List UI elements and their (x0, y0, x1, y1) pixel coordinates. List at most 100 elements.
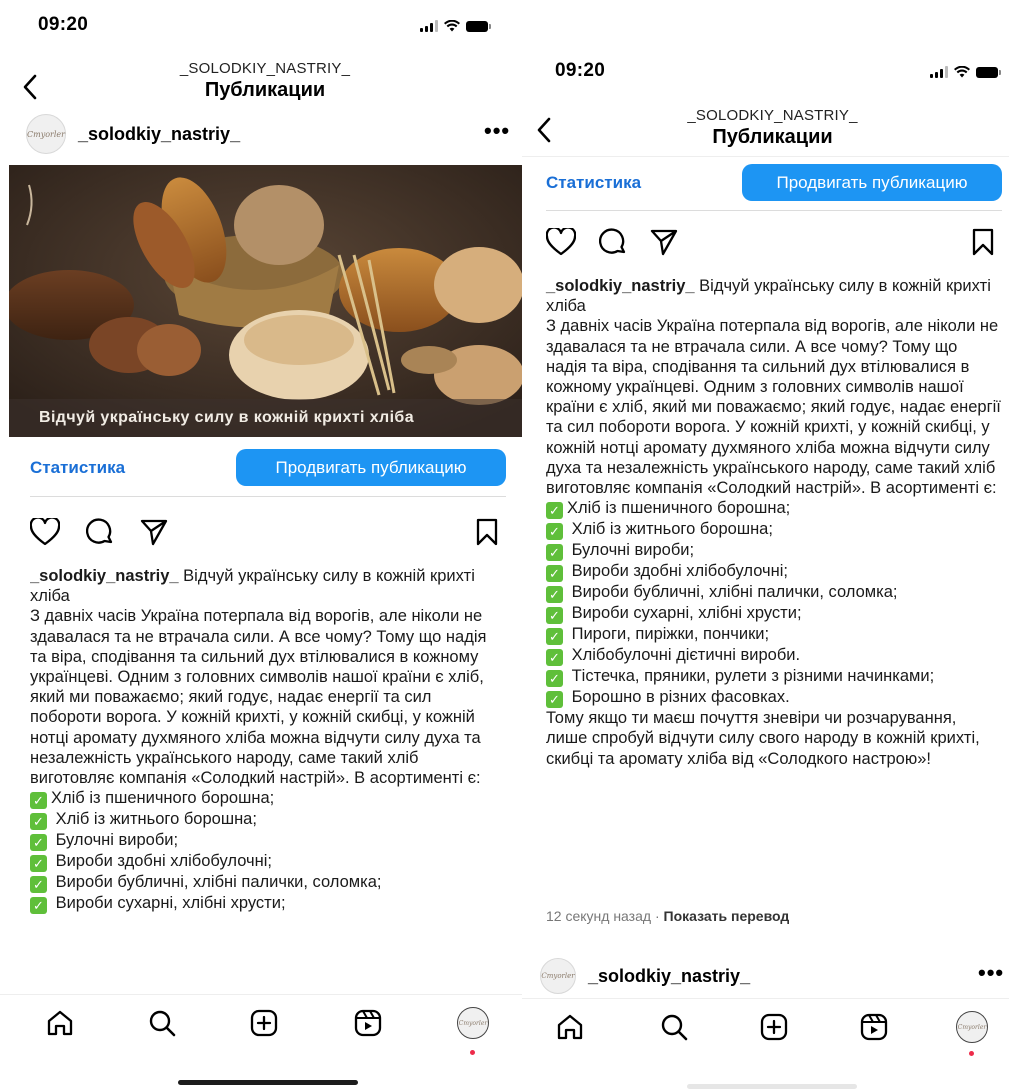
check-mark-icon: ✓ (30, 897, 47, 915)
show-translation-link[interactable]: Показать перевод (664, 908, 790, 924)
signal-icon (420, 20, 438, 32)
list-item: ✓ Хліб із житнього борошна; (30, 809, 506, 831)
heart-icon[interactable] (546, 228, 576, 256)
tab-create[interactable] (246, 1005, 282, 1041)
statistics-link[interactable]: Статистика (30, 458, 125, 478)
post-caption: _solodkiy_nastriy_ Відчуй українську сил… (30, 566, 506, 994)
heart-icon[interactable] (30, 518, 60, 546)
list-item: ✓ Хлібобулочні дієтичні вироби. (546, 645, 1002, 667)
header-divider (522, 156, 1009, 157)
create-post-icon (760, 1013, 788, 1041)
list-item: ✓ Булочні вироби; (546, 540, 1002, 562)
caption-closing: Тому якщо ти маєш почуття зневіри чи роз… (546, 709, 980, 768)
tab-profile[interactable]: Cmyorler (954, 1009, 990, 1045)
list-item: ✓ Вироби сухарні, хлібні хрусти; (30, 893, 506, 915)
bottom-tab-bar: Cmyorler (522, 998, 1009, 1058)
statistics-link[interactable]: Статистика (546, 173, 641, 193)
bookmark-icon[interactable] (972, 228, 994, 256)
home-icon (557, 1014, 583, 1040)
next-post-header: Cmyorler _solodkiy_nastriy_ ••• (522, 958, 1009, 994)
caption-username[interactable]: _solodkiy_nastriy_ (30, 567, 179, 585)
profile-avatar-icon: Cmyorler (956, 1011, 988, 1043)
list-item: ✓ Вироби здобні хлібобулочні; (30, 851, 506, 873)
check-mark-icon: ✓ (546, 607, 563, 625)
profile-avatar-icon: Cmyorler (457, 1007, 489, 1039)
check-mark-icon: ✓ (546, 565, 563, 583)
notification-dot (969, 1051, 974, 1056)
post-username[interactable]: _solodkiy_nastriy_ (78, 124, 240, 145)
check-mark-icon: ✓ (30, 834, 47, 852)
paper-plane-icon[interactable] (650, 228, 678, 256)
tab-home[interactable] (42, 1005, 78, 1041)
list-item: ✓ Борошно в різних фасовках. (546, 687, 1002, 709)
tab-search[interactable] (656, 1009, 692, 1045)
nav-header: _SOLODKIY_NASTRIY_ Публикации (536, 107, 1009, 149)
avatar[interactable]: Cmyorler (540, 958, 576, 994)
post-caption: _solodkiy_nastriy_ Відчуй українську сил… (546, 276, 1002, 769)
check-mark-icon: ✓ (546, 523, 563, 541)
more-options-icon[interactable]: ••• (978, 960, 1004, 986)
divider (30, 496, 506, 497)
tab-home[interactable] (552, 1009, 588, 1045)
create-post-icon (250, 1009, 278, 1037)
signal-icon (930, 66, 948, 78)
page-title: Публикации (204, 79, 326, 101)
chevron-left-icon[interactable] (22, 74, 38, 100)
status-bar: 09:20 (0, 8, 530, 48)
paper-plane-icon[interactable] (140, 518, 168, 546)
tab-profile[interactable]: Cmyorler (455, 1005, 491, 1041)
account-subtitle: _SOLODKIY_NASTRIY_ (179, 60, 351, 77)
check-mark-icon: ✓ (546, 649, 563, 667)
check-mark-icon: ✓ (546, 544, 563, 562)
tab-create[interactable] (756, 1009, 792, 1045)
check-mark-icon: ✓ (546, 502, 563, 520)
reels-icon (860, 1013, 888, 1041)
more-options-icon[interactable]: ••• (484, 118, 510, 144)
post-insights-row: Статистика Продвигать публикацию (30, 449, 506, 486)
caption-body: З давніх часів Україна потерпала від вор… (30, 607, 487, 788)
chevron-left-icon[interactable] (536, 117, 552, 143)
list-item: ✓ Пироги, пиріжки, пончики; (546, 624, 1002, 646)
post-actions (546, 228, 1002, 260)
search-icon (661, 1014, 688, 1041)
notification-dot (470, 1050, 475, 1055)
bread-photo (9, 165, 526, 437)
account-subtitle: _SOLODKIY_NASTRIY_ (687, 107, 858, 124)
tab-reels[interactable] (856, 1009, 892, 1045)
bookmark-icon[interactable] (476, 518, 498, 546)
check-mark-icon: ✓ (546, 691, 563, 709)
wifi-icon (444, 20, 460, 32)
post-actions (30, 518, 506, 550)
nav-header: _SOLODKIY_NASTRIY_ Публикации (0, 60, 530, 102)
check-mark-icon: ✓ (30, 855, 47, 873)
promote-post-button[interactable]: Продвигать публикацию (742, 164, 1002, 201)
status-icons (930, 66, 1001, 78)
comment-bubble-icon[interactable] (599, 228, 627, 256)
check-mark-icon: ✓ (30, 813, 47, 831)
check-mark-icon: ✓ (546, 628, 563, 646)
left-screenshot: 09:20 _SOLODKIY_NASTRIY_ Публикации Cmyo… (0, 0, 530, 1090)
status-time: 09:20 (555, 60, 606, 81)
list-item: ✓ Вироби здобні хлібобулочні; (546, 561, 1002, 583)
post-username[interactable]: _solodkiy_nastriy_ (588, 966, 750, 987)
list-item: ✓ Вироби бубличні, хлібні палички, солом… (30, 872, 506, 894)
divider (546, 210, 1002, 211)
image-overlay-caption: Відчуй українську силу в кожній крихті х… (9, 399, 526, 437)
tab-reels[interactable] (350, 1005, 386, 1041)
wifi-icon (954, 66, 970, 78)
post-timestamp: 12 секунд назад (546, 908, 652, 924)
promote-post-button[interactable]: Продвигать публикацию (236, 449, 506, 486)
status-bar: 09:20 (522, 58, 1009, 98)
tab-search[interactable] (144, 1005, 180, 1041)
search-icon (149, 1010, 176, 1037)
check-mark-icon: ✓ (30, 876, 47, 894)
avatar[interactable]: Cmyorler (26, 114, 66, 154)
post-insights-row: Статистика Продвигать публикацию (546, 164, 1002, 201)
home-indicator (178, 1080, 358, 1085)
caption-username[interactable]: _solodkiy_nastriy_ (546, 277, 695, 295)
home-indicator (687, 1084, 857, 1089)
comment-bubble-icon[interactable] (86, 518, 114, 546)
right-screenshot: 09:20 _SOLODKIY_NASTRIY_ Публикации Стат… (522, 0, 1009, 1090)
post-image[interactable]: Відчуй українську силу в кожній крихті х… (9, 165, 526, 437)
check-mark-icon: ✓ (546, 586, 563, 604)
